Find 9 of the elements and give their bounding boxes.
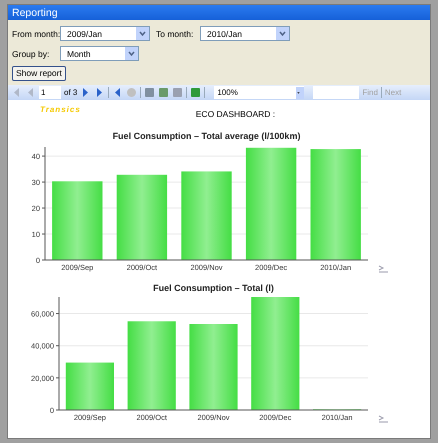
to-month-label: To month: [156, 28, 194, 38]
window-title: Reporting [8, 5, 430, 20]
chart-title: Fuel Consumption – Total average (l/100km) [112, 131, 300, 141]
report-title: ECO DASHBOARD : [196, 109, 276, 121]
from-month-label: From month: [12, 28, 60, 38]
brand-logo: Transics [40, 105, 81, 116]
page-count: of 3 [64, 88, 78, 97]
chart-title: Fuel Consumption – Total (l) [153, 283, 274, 293]
group-by-label: Group by: [12, 48, 50, 58]
